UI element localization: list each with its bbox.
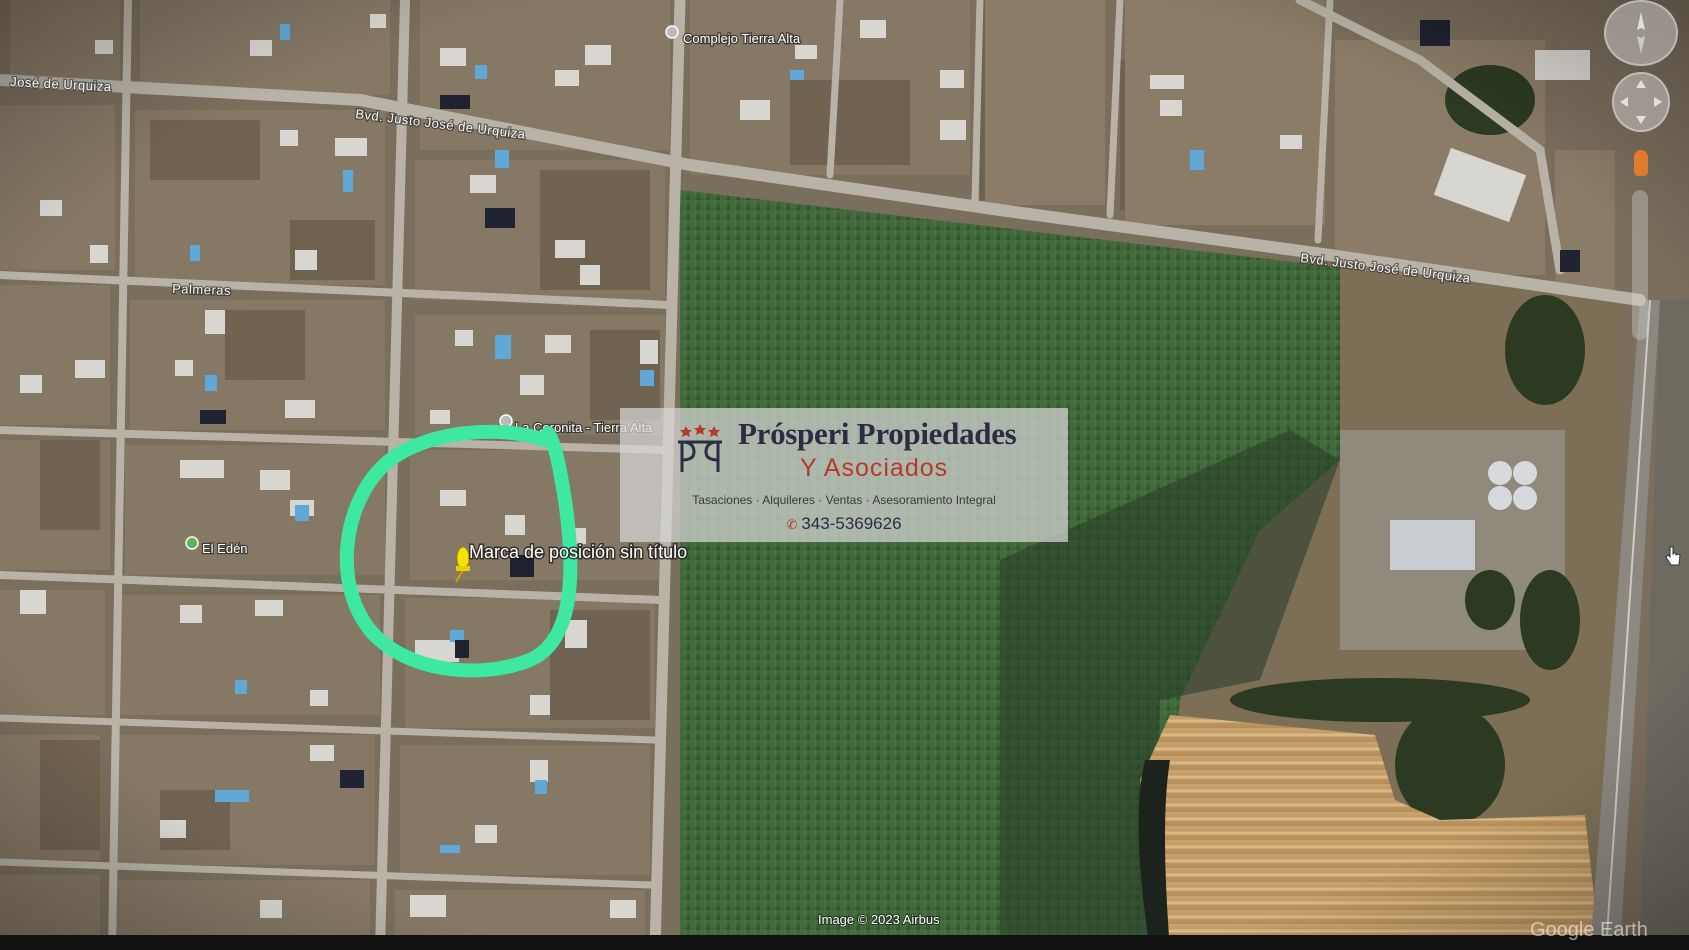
realestate-logo (678, 424, 722, 472)
realestate-watermark: Prósperi Propiedades Y Asociados Tasacio… (620, 408, 1068, 542)
poi-pin-icon[interactable] (665, 25, 679, 39)
street-label-palmeras: Palmeras (172, 281, 231, 298)
compass-icon[interactable] (1604, 0, 1678, 66)
poi-label-complejo[interactable]: Complejo Tierra Alta (682, 30, 802, 48)
phone-icon: ✆ (786, 517, 798, 532)
imagery-credit: Image © 2023 Airbus (818, 912, 940, 927)
zoom-slider[interactable] (1632, 190, 1648, 340)
screen-bezel (0, 935, 1689, 950)
poi-label-el-eden[interactable]: El Edén (201, 540, 249, 558)
realestate-phone-row: ✆ 343-5369626 (620, 514, 1068, 534)
google-earth-logo: Google Earth (1530, 919, 1648, 941)
realestate-title: Prósperi Propiedades (738, 416, 1017, 451)
map-view[interactable]: Bvd. Justo José de Urquiza Bvd. Justo Jo… (0, 0, 1689, 950)
realestate-subtitle: Y Asociados (800, 454, 949, 482)
poi-pin-icon[interactable] (185, 536, 199, 550)
pan-icon[interactable] (1612, 72, 1670, 132)
street-view-person-icon[interactable] (1634, 150, 1648, 176)
hand-cursor-icon (1664, 545, 1682, 567)
realestate-phone: 343-5369626 (801, 514, 902, 533)
realestate-services: Tasaciones · Alquileres · Ventas · Aseso… (692, 493, 996, 507)
marker-label[interactable]: Marca de posición sin título (468, 541, 689, 564)
